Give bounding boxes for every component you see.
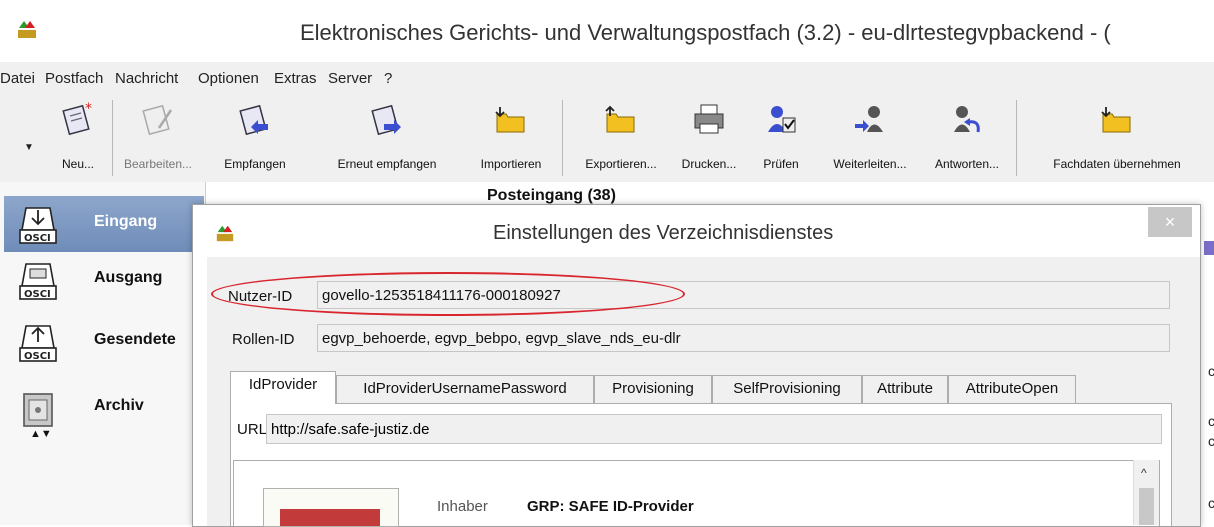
dialog-title-bar: Einstellungen des Verzeichnisdienstes ×: [193, 205, 1200, 257]
import-folder-icon: [495, 107, 525, 133]
nav-item-label: Ausgang: [94, 269, 163, 286]
receive-again-button[interactable]: Erneut empfangen: [312, 94, 462, 182]
svg-text:OSCI: OSCI: [24, 233, 51, 244]
scroll-up-arrow[interactable]: ^: [1141, 466, 1147, 480]
certificate-scrollbar[interactable]: ^: [1133, 460, 1159, 525]
rollen-id-label: Rollen-ID: [232, 331, 295, 348]
verify-button[interactable]: Prüfen: [744, 94, 818, 182]
certificate-image: [263, 488, 399, 527]
new-button-label: Neu...: [61, 157, 94, 171]
receive-again-button-label: Erneut empfangen: [337, 157, 437, 171]
dialog-title: Einstellungen des Verzeichnisdienstes: [493, 222, 834, 244]
purple-marker: [1204, 241, 1214, 255]
menu-nachricht[interactable]: Nachricht: [115, 70, 178, 87]
forward-icon: [855, 106, 883, 132]
partial-text: c: [1208, 363, 1214, 379]
partial-text: c: [1208, 433, 1214, 449]
tab-attribute[interactable]: Attribute: [862, 375, 948, 403]
forward-button-label: Weiterleiten...: [833, 157, 907, 171]
tab-attributeopen[interactable]: AttributeOpen: [948, 375, 1076, 403]
reply-button-label: Antworten...: [934, 157, 1000, 171]
receive-again-icon: [371, 104, 401, 136]
outbox-osci-icon: OSCI: [19, 263, 57, 300]
tab-idprovider-username-password[interactable]: IdProviderUsernamePassword: [336, 375, 594, 403]
folder-title: Posteingang (38): [487, 187, 616, 204]
export-button[interactable]: Exportieren...: [568, 94, 674, 182]
tab-provisioning[interactable]: Provisioning: [594, 375, 712, 403]
tab-selfprovisioning[interactable]: SelfProvisioning: [712, 375, 862, 403]
receive-button-label: Empfangen: [224, 157, 286, 171]
inhaber-value: GRP: SAFE ID-Provider: [527, 498, 694, 515]
nav-item-label: Gesendete: [94, 331, 176, 348]
print-button[interactable]: Drucken...: [674, 94, 744, 182]
egvp-app-icon: [216, 225, 234, 242]
egvp-app-icon: [18, 21, 36, 38]
url-label: URL: [237, 421, 268, 438]
toolbar-dropdown-arrow[interactable]: ▼: [24, 142, 34, 153]
edit-button-label: Bearbeiten...: [123, 157, 193, 171]
edit-button[interactable]: Bearbeiten...: [118, 94, 198, 182]
print-button-label: Drucken...: [681, 157, 737, 171]
svg-text:OSCI: OSCI: [24, 289, 51, 300]
menu-datei[interactable]: Datei: [0, 70, 35, 87]
edit-message-icon: [142, 104, 173, 136]
nav-item-ausgang[interactable]: OSCI Ausgang: [4, 252, 204, 308]
nav-item-label: Eingang: [94, 213, 158, 230]
tab-idprovider[interactable]: IdProvider: [230, 371, 336, 404]
partial-text: c: [1208, 495, 1214, 511]
menu-help[interactable]: ?: [384, 70, 392, 87]
rollen-id-field[interactable]: egvp_behoerde, egvp_bebpo, egvp_slave_nd…: [317, 324, 1170, 352]
menu-bar: Datei Postfach Nachricht Optionen Extras…: [0, 62, 1214, 95]
export-button-label: Exportieren...: [585, 157, 657, 171]
title-bar: Elektronisches Gerichts- und Verwaltungs…: [0, 0, 1214, 62]
export-folder-icon: [605, 105, 635, 133]
nav-item-eingang[interactable]: OSCI Eingang: [4, 196, 204, 252]
nutzer-id-field[interactable]: govello-1253518411176-000180927: [317, 281, 1170, 309]
nav-item-label: Archiv: [94, 397, 144, 414]
take-data-button-label: Fachdaten übernehmen: [1053, 157, 1181, 171]
menu-optionen[interactable]: Optionen: [198, 70, 259, 87]
import-button-label: Importieren: [480, 157, 542, 171]
svg-text:*: *: [85, 102, 92, 117]
url-field[interactable]: http://safe.safe-justiz.de: [266, 414, 1162, 444]
verify-button-label: Prüfen: [763, 157, 799, 171]
reply-button[interactable]: Antworten...: [922, 94, 1012, 182]
take-data-button[interactable]: Fachdaten übernehmen: [1020, 94, 1214, 182]
receive-button[interactable]: Empfangen: [198, 94, 312, 182]
nav-item-gesendete[interactable]: OSCI Gesendete: [4, 314, 204, 370]
new-message-icon: *: [62, 102, 92, 136]
window-title: Elektronisches Gerichts- und Verwaltungs…: [300, 20, 1111, 45]
toolbar-separator: [112, 100, 113, 176]
archive-safe-icon: [23, 393, 53, 427]
sent-osci-icon: OSCI: [19, 325, 57, 362]
reply-icon: [954, 106, 980, 133]
take-data-icon: [1101, 107, 1131, 133]
receive-icon: [239, 104, 268, 136]
verify-icon: [768, 106, 796, 133]
toolbar-separator: [562, 100, 563, 176]
menu-server[interactable]: Server: [328, 70, 372, 87]
partial-text: c: [1208, 413, 1214, 429]
forward-button[interactable]: Weiterleiten...: [818, 94, 922, 182]
scroll-thumb[interactable]: [1139, 488, 1154, 525]
svg-text:OSCI: OSCI: [24, 351, 51, 362]
menu-extras[interactable]: Extras: [274, 70, 317, 87]
inhaber-label: Inhaber: [437, 498, 488, 515]
close-button[interactable]: ×: [1148, 207, 1192, 237]
right-partial-column: c c c c: [1199, 215, 1214, 525]
import-button[interactable]: Importieren: [462, 94, 560, 182]
inbox-osci-icon: OSCI: [19, 207, 57, 244]
toolbar: * Neu... Bearbeiten... Empfangen Erneut …: [0, 94, 1214, 183]
certificate-seal: [280, 509, 380, 526]
nutzer-id-label: Nutzer-ID: [228, 288, 293, 305]
printer-icon: [694, 104, 724, 134]
menu-postfach[interactable]: Postfach: [45, 70, 103, 87]
new-button[interactable]: * Neu...: [46, 94, 110, 182]
nav-scroll-arrows[interactable]: ▲▼: [30, 428, 52, 440]
toolbar-separator: [1016, 100, 1017, 176]
